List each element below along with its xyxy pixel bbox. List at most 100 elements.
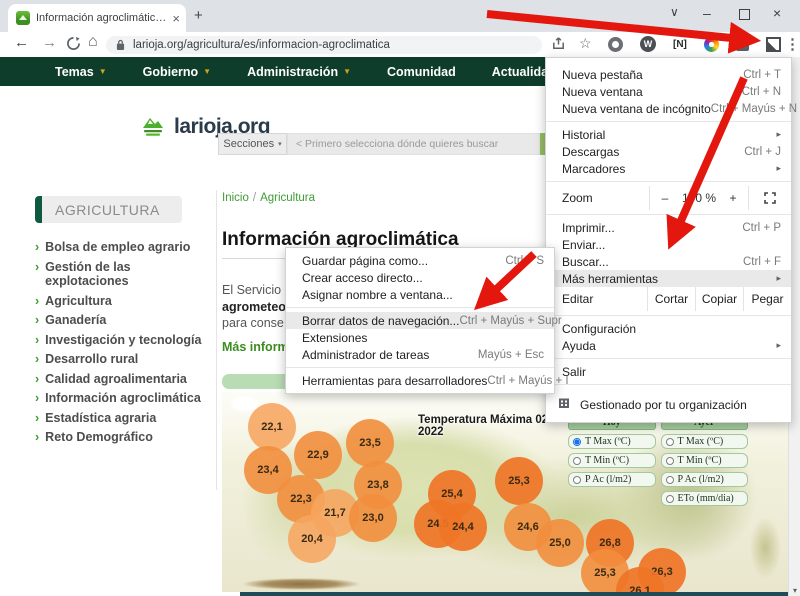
chrome-menu: Nueva pestañaCtrl + TNueva ventanaCtrl +… xyxy=(545,57,792,423)
menu-item-nueva-ventana[interactable]: Nueva ventanaCtrl + N xyxy=(546,83,791,100)
menu-item-asignar-nombre-a-ventana[interactable]: Asignar nombre a ventana... xyxy=(286,286,554,303)
radio-option[interactable]: T Min (ºC) xyxy=(568,453,656,468)
menu-item-marcadores[interactable]: Marcadores▸ xyxy=(546,160,791,177)
menu-item-crear-acceso-directo[interactable]: Crear acceso directo... xyxy=(286,269,554,286)
tab-close-icon[interactable]: × xyxy=(172,11,180,26)
radio-option[interactable]: P Ac (l/m2) xyxy=(661,472,749,487)
radio-option[interactable]: T Min (ºC) xyxy=(661,453,749,468)
sidebar-item[interactable]: ›Investigación y tecnología xyxy=(35,333,215,348)
site-search-input[interactable]: < Primero selecciona dónde quieres busca… xyxy=(287,133,540,155)
close-button[interactable]: × xyxy=(773,5,781,21)
n-brackets-extension-icon[interactable]: [N] xyxy=(673,39,687,50)
menu-item-shortcut: Ctrl + N xyxy=(742,86,781,98)
breadcrumb-home-link[interactable]: Inicio xyxy=(222,192,249,204)
sidebar-item[interactable]: ›Reto Demográfico xyxy=(35,430,215,445)
menu-item-buscar[interactable]: Buscar...Ctrl + F xyxy=(546,253,791,270)
menu-item-nueva-pestaña[interactable]: Nueva pestañaCtrl + T xyxy=(546,66,791,83)
temperature-marker[interactable]: 22,9 xyxy=(294,431,342,479)
breadcrumb-current-link[interactable]: Agricultura xyxy=(260,192,315,204)
fullscreen-button[interactable] xyxy=(748,186,791,210)
tab-title: Información agroclimática - Agric xyxy=(36,12,168,24)
menu-item-nueva-ventana-de-incógnito[interactable]: Nueva ventana de incógnitoCtrl + Mayús +… xyxy=(546,100,791,117)
home-icon[interactable]: ⌂ xyxy=(88,33,98,51)
menu-item-historial[interactable]: Historial▸ xyxy=(546,126,791,143)
colorwheel-extension-icon[interactable] xyxy=(704,37,719,52)
menu-item-configuración[interactable]: Configuración xyxy=(546,320,791,337)
menu-item-más-herramientas[interactable]: Más herramientas▸ xyxy=(546,270,791,287)
menu-item-administrador-de-tareas[interactable]: Administrador de tareasMayús + Esc xyxy=(286,346,554,363)
larioja-logo-icon xyxy=(140,115,166,139)
sections-dropdown[interactable]: Secciones ▾ xyxy=(218,133,287,155)
more-info-link[interactable]: Más inform xyxy=(222,340,289,354)
w-extension-icon[interactable]: W xyxy=(640,36,656,52)
sidebar-item[interactable]: ›Información agroclimática xyxy=(35,391,215,406)
temperature-marker[interactable]: 24,4 xyxy=(439,503,487,551)
chevron-right-icon: › xyxy=(35,391,39,406)
radio-button[interactable] xyxy=(666,457,674,465)
temperature-marker[interactable]: 22,1 xyxy=(248,403,296,451)
temperature-marker[interactable]: 20,4 xyxy=(288,515,336,563)
sidebar-item[interactable]: ›Agricultura xyxy=(35,294,215,309)
menu-item-ayuda[interactable]: Ayuda▸ xyxy=(546,337,791,354)
share-icon[interactable] xyxy=(551,36,566,51)
puzzle-extension-icon[interactable] xyxy=(736,40,749,51)
temperature-marker[interactable]: 23,5 xyxy=(346,419,394,467)
radio-option[interactable]: T Max (ºC) xyxy=(568,434,656,449)
radio-button[interactable] xyxy=(666,495,674,503)
menu-item-guardar-página-como[interactable]: Guardar página como...Ctrl + S xyxy=(286,252,554,269)
radio-option[interactable]: T Max (ºC) xyxy=(661,434,749,449)
sidebar-item[interactable]: ›Ganadería xyxy=(35,313,215,328)
radio-option[interactable]: P Ac (l/m2) xyxy=(568,472,656,487)
menu-item-descargas[interactable]: DescargasCtrl + J xyxy=(546,143,791,160)
sidebar-item[interactable]: ›Calidad agroalimentaria xyxy=(35,372,215,387)
scrollbar-down-arrow[interactable]: ▾ xyxy=(789,586,800,595)
minimize-button[interactable]: – xyxy=(703,5,711,21)
temperature-marker[interactable]: 23,0 xyxy=(349,494,397,542)
nav-item-administración[interactable]: Administración▼ xyxy=(247,65,351,79)
menu-item-extensiones[interactable]: Extensiones xyxy=(286,329,554,346)
menu-item-borrar-datos-de-navegación[interactable]: Borrar datos de navegación...Ctrl + Mayú… xyxy=(286,312,554,329)
menu-item-salir[interactable]: Salir xyxy=(546,363,791,380)
menu-separator xyxy=(546,214,791,215)
zoom-out-button[interactable]: – xyxy=(649,186,680,210)
radio-option[interactable]: ETo (mm/dia) xyxy=(661,491,749,506)
gear-extension-icon[interactable] xyxy=(608,37,623,52)
url-bar[interactable]: larioja.org/agricultura/es/informacion-a… xyxy=(106,36,542,54)
tab-bar: Información agroclimática - Agric × + ∨ … xyxy=(0,0,800,32)
managed-by-org-item: Gestionado por tu organización xyxy=(546,389,791,414)
sidebar-item[interactable]: ›Gestión de las explotaciones xyxy=(35,260,215,289)
zoom-in-button[interactable]: + xyxy=(718,186,748,210)
radio-button-selected[interactable] xyxy=(573,438,581,446)
menu-item-enviar[interactable]: Enviar... xyxy=(546,236,791,253)
temperature-marker[interactable]: 25,0 xyxy=(536,519,584,567)
radio-button[interactable] xyxy=(666,476,674,484)
back-button[interactable]: ← xyxy=(14,34,29,51)
radio-option-label: P Ac (l/m2) xyxy=(678,474,724,485)
nav-item-temas[interactable]: Temas▼ xyxy=(55,65,107,79)
radio-button[interactable] xyxy=(573,457,581,465)
sidebar-item[interactable]: ›Estadística agraria xyxy=(35,411,215,426)
forward-button[interactable]: → xyxy=(42,34,57,51)
browser-tab[interactable]: Información agroclimática - Agric × xyxy=(8,4,186,32)
bookmark-star-icon[interactable]: ☆ xyxy=(579,35,592,52)
menu-item-imprimir[interactable]: Imprimir...Ctrl + P xyxy=(546,219,791,236)
browser-menu-button[interactable]: ⋮ xyxy=(785,35,800,53)
tab-search-icon[interactable]: ∨ xyxy=(670,5,679,19)
nav-item-comunidad[interactable]: Comunidad xyxy=(387,65,456,79)
nav-item-gobierno[interactable]: Gobierno▼ xyxy=(143,65,211,79)
edit-cortar-button[interactable]: Cortar xyxy=(647,287,695,311)
window-extension-icon[interactable] xyxy=(766,37,781,52)
sidebar-item[interactable]: ›Desarrollo rural xyxy=(35,352,215,367)
new-tab-button[interactable]: + xyxy=(194,7,203,24)
sidebar-menu: ›Bolsa de empleo agrario ›Gestión de las … xyxy=(35,240,215,450)
maximize-button[interactable] xyxy=(739,9,750,20)
edit-copiar-button[interactable]: Copiar xyxy=(695,287,743,311)
menu-separator xyxy=(546,384,791,385)
temperature-marker[interactable]: 25,3 xyxy=(495,457,543,505)
reload-icon[interactable] xyxy=(66,36,81,51)
menu-item-herramientas-para-desarrolladores[interactable]: Herramientas para desarrolladoresCtrl + … xyxy=(286,372,554,389)
sidebar-item[interactable]: ›Bolsa de empleo agrario xyxy=(35,240,215,255)
edit-pegar-button[interactable]: Pegar xyxy=(743,287,791,311)
radio-button[interactable] xyxy=(573,476,581,484)
radio-button[interactable] xyxy=(666,438,674,446)
